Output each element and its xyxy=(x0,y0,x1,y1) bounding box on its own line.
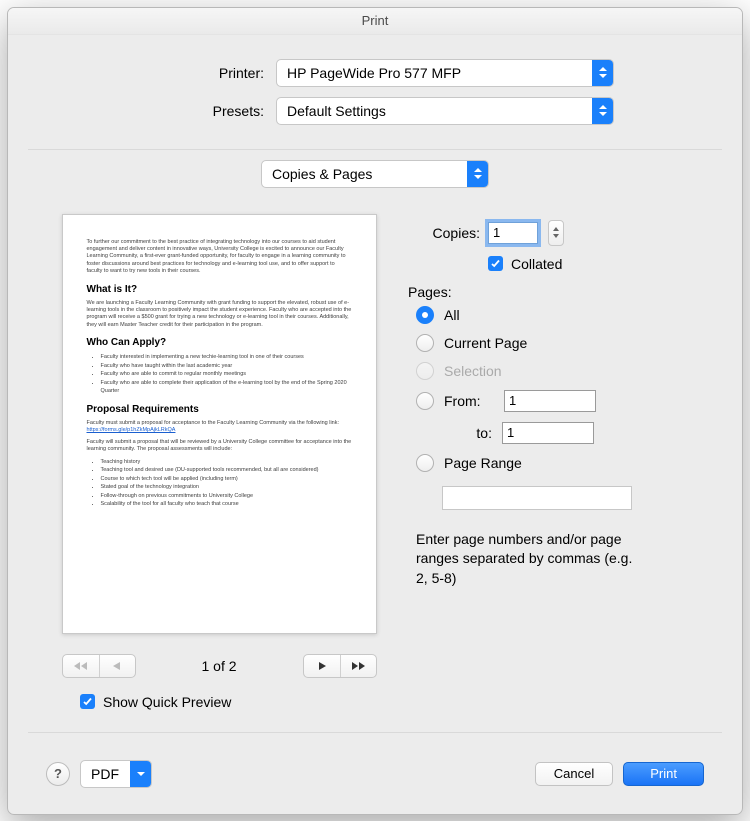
show-quick-preview[interactable]: Show Quick Preview xyxy=(80,694,231,710)
presets-select[interactable]: Default Settings xyxy=(276,97,614,125)
doc-bullet: Scalability of the tool for all faculty … xyxy=(101,500,352,509)
copies-label: Copies: xyxy=(408,225,480,241)
quick-preview-label: Show Quick Preview xyxy=(103,694,231,710)
prev-page-button[interactable] xyxy=(99,655,135,677)
doc-heading: Proposal Requirements xyxy=(87,404,352,415)
separator xyxy=(28,149,722,150)
panel-value: Copies & Pages xyxy=(262,166,467,182)
updown-icon xyxy=(592,60,613,86)
collated-checkbox[interactable] xyxy=(488,256,503,271)
print-button[interactable]: Print xyxy=(623,762,704,786)
doc-bullet: Faculty who have taught within the last … xyxy=(101,362,352,371)
last-page-button[interactable] xyxy=(340,655,376,677)
doc-heading: What is It? xyxy=(87,284,352,295)
from-input[interactable] xyxy=(504,390,596,412)
updown-icon xyxy=(467,161,488,187)
radio-icon xyxy=(416,454,434,472)
pdf-label: PDF xyxy=(81,766,130,782)
pages-all[interactable]: All xyxy=(416,306,722,324)
pages-pagerange[interactable]: Page Range xyxy=(416,454,722,472)
pager-back-group xyxy=(62,654,136,678)
pdf-menu[interactable]: PDF xyxy=(80,760,152,788)
to-label: to: xyxy=(442,425,492,441)
page-range-hint: Enter page numbers and/or page ranges se… xyxy=(416,530,636,589)
doc-bullet: Faculty who are able to complete their a… xyxy=(101,379,352,396)
pages-radio-group: All Current Page Selection From: xyxy=(416,306,722,589)
to-input[interactable] xyxy=(502,422,594,444)
collated-label: Collated xyxy=(511,256,562,272)
cancel-button[interactable]: Cancel xyxy=(535,762,613,786)
preview-pager: 1 of 2 xyxy=(62,654,377,678)
first-page-button[interactable] xyxy=(63,655,99,677)
radio-label: Page Range xyxy=(444,455,522,471)
printer-label: Printer: xyxy=(28,65,264,81)
doc-text: Faculty will submit a proposal that will… xyxy=(87,439,352,454)
doc-bullet: Teaching tool and desired use (DU-suppor… xyxy=(101,466,352,475)
help-button[interactable]: ? xyxy=(46,762,70,786)
options-column: Copies: Collated Pages: All xyxy=(408,214,722,589)
doc-text: We are launching a Faculty Learning Comm… xyxy=(87,300,352,330)
radio-label: All xyxy=(444,307,460,323)
copies-stepper[interactable] xyxy=(548,220,564,246)
presets-label: Presets: xyxy=(28,103,264,119)
copies-input[interactable] xyxy=(488,222,538,244)
page-count: 1 of 2 xyxy=(150,658,289,674)
doc-bullet: Follow-through on previous commitments t… xyxy=(101,492,352,501)
doc-bullet: Teaching history xyxy=(101,458,352,467)
doc-text: To further our commitment to the best pr… xyxy=(87,239,352,276)
radio-icon xyxy=(416,306,434,324)
doc-bullet: Faculty who are able to commit to regula… xyxy=(101,370,352,379)
pager-fwd-group xyxy=(303,654,377,678)
page-range-input[interactable] xyxy=(442,486,632,510)
from-label: From: xyxy=(444,393,494,409)
page-preview: To further our commitment to the best pr… xyxy=(62,214,377,634)
pages-current[interactable]: Current Page xyxy=(416,334,722,352)
checkbox-icon xyxy=(80,694,95,709)
doc-bullet: Stated goal of the technology integratio… xyxy=(101,483,352,492)
presets-value: Default Settings xyxy=(277,103,592,119)
doc-link: https://forms.gle/p1hZkMpAjkLRkQA xyxy=(87,427,176,433)
pages-from-row: From: xyxy=(416,390,722,412)
pages-from-radio[interactable] xyxy=(416,392,434,410)
updown-icon xyxy=(592,98,613,124)
doc-bullet: Course to which tech tool will be applie… xyxy=(101,475,352,484)
chevron-down-icon xyxy=(130,761,151,787)
panel-select[interactable]: Copies & Pages xyxy=(261,160,489,188)
doc-text: Faculty must submit a proposal for accep… xyxy=(87,420,352,435)
dialog-content: Printer: HP PageWide Pro 577 MFP Presets… xyxy=(8,35,742,814)
doc-bullet: Faculty interested in implementing a new… xyxy=(101,353,352,362)
radio-label: Selection xyxy=(444,363,502,379)
next-page-button[interactable] xyxy=(304,655,340,677)
doc-heading: Who Can Apply? xyxy=(87,337,352,348)
separator xyxy=(28,732,722,733)
printer-select[interactable]: HP PageWide Pro 577 MFP xyxy=(276,59,614,87)
print-dialog: Print Printer: HP PageWide Pro 577 MFP P… xyxy=(7,7,743,815)
dialog-footer: ? PDF Cancel Print xyxy=(28,746,722,802)
printer-value: HP PageWide Pro 577 MFP xyxy=(277,65,592,81)
pages-selection: Selection xyxy=(416,362,722,380)
radio-icon xyxy=(416,362,434,380)
radio-label: Current Page xyxy=(444,335,527,351)
preview-column: To further our commitment to the best pr… xyxy=(28,214,368,710)
radio-icon xyxy=(416,334,434,352)
pages-label: Pages: xyxy=(408,284,722,300)
window-title: Print xyxy=(8,8,742,35)
